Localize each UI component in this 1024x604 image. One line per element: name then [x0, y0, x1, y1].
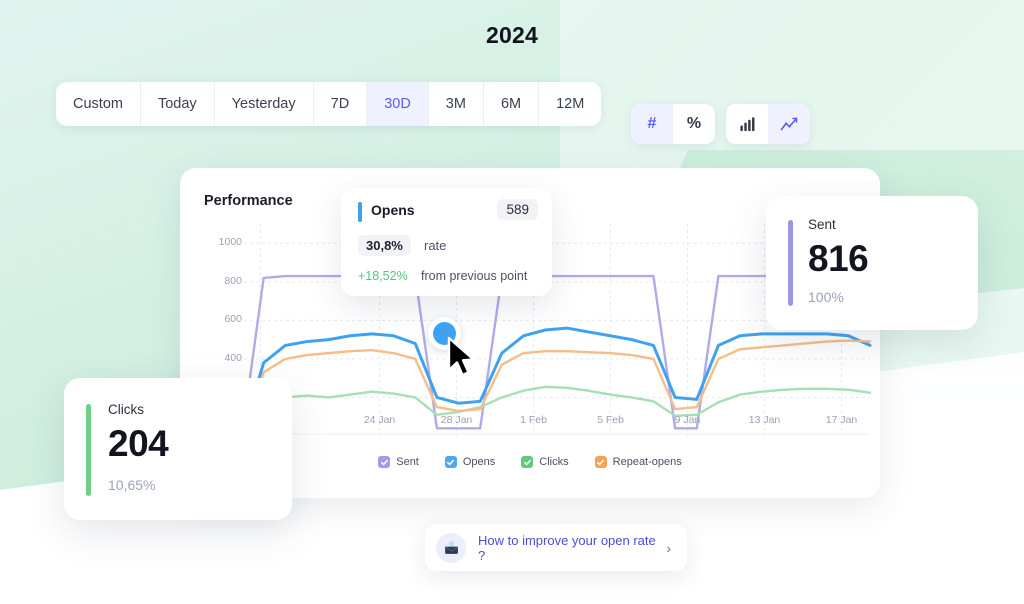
- x-axis-tick: 9 Jan: [674, 414, 701, 426]
- x-axis-tick: 5 Feb: [597, 414, 624, 426]
- x-axis-tick: 1 Feb: [520, 414, 547, 426]
- legend-label: Clicks: [539, 456, 569, 468]
- metric-percent: 10,65%: [108, 477, 156, 493]
- date-range-selector[interactable]: Custom Today Yesterday 7D 30D 3M 6M 12M: [56, 82, 602, 126]
- tooltip-count: 589: [497, 199, 538, 220]
- line-chart-icon[interactable]: [768, 104, 810, 144]
- units-toggle-group[interactable]: #%: [631, 104, 715, 144]
- range-button-12m[interactable]: 12M: [539, 82, 602, 126]
- metric-label: Sent: [808, 217, 836, 232]
- range-button-30d[interactable]: 30D: [367, 82, 429, 126]
- page-title: 2024: [486, 22, 538, 48]
- legend-label: Sent: [396, 456, 419, 468]
- legend-label: Repeat-opens: [612, 456, 682, 468]
- metric-percent: 100%: [808, 289, 844, 305]
- legend-item-clicks[interactable]: Clicks: [521, 456, 569, 468]
- cta-label: How to improve your open rate ?: [478, 532, 656, 563]
- legend-checkbox[interactable]: [521, 456, 534, 468]
- metric-card-sent: Sent 816 100%: [766, 196, 978, 330]
- legend-label: Opens: [462, 456, 496, 468]
- range-button-6m[interactable]: 6M: [483, 82, 540, 126]
- metric-accent-bar: [788, 220, 793, 306]
- tooltip-series-name: Opens: [371, 202, 415, 218]
- x-axis-tick: 17 Jan: [825, 414, 858, 426]
- metric-card-clicks: Clicks 204 10,65%: [64, 378, 292, 520]
- range-button-yesterday[interactable]: Yesterday: [214, 82, 314, 126]
- range-button-custom[interactable]: Custom: [56, 82, 141, 126]
- tooltip-rate-label: rate: [424, 238, 447, 253]
- range-button-3m[interactable]: 3M: [428, 82, 484, 126]
- chevron-right-icon: ›: [666, 539, 671, 556]
- x-axis-tick: 24 Jan: [363, 414, 396, 426]
- legend-item-sent[interactable]: Sent: [378, 456, 419, 468]
- cta-banner[interactable]: How to improve your open rate ? ›: [425, 524, 687, 571]
- chart-title: Performance: [204, 193, 293, 209]
- percent-icon[interactable]: %: [673, 104, 715, 144]
- metric-value: 204: [108, 423, 169, 464]
- tooltip-rate: 30,8%: [358, 235, 411, 256]
- x-axis-tick: 28 Jan: [440, 414, 473, 426]
- tooltip-delta: +18,52%: [358, 269, 408, 283]
- legend-item-repeat-opens[interactable]: Repeat-opens: [594, 456, 682, 468]
- chart-type-toggle-group[interactable]: [726, 104, 810, 144]
- hash-icon[interactable]: #: [631, 104, 673, 144]
- metric-label: Clicks: [108, 402, 144, 417]
- legend-item-opens[interactable]: Opens: [444, 456, 496, 468]
- metric-value: 816: [808, 238, 869, 279]
- mailbox-icon: [436, 532, 466, 563]
- mouse-cursor: [447, 336, 475, 377]
- range-button-today[interactable]: Today: [140, 82, 215, 126]
- legend-checkbox[interactable]: [594, 456, 607, 468]
- tooltip-accent-bar: [358, 202, 362, 222]
- range-button-7d[interactable]: 7D: [313, 82, 368, 126]
- legend-checkbox[interactable]: [378, 456, 391, 468]
- x-axis-tick: 13 Jan: [748, 414, 781, 426]
- tooltip-delta-label: from previous point: [421, 269, 528, 283]
- metric-accent-bar: [86, 404, 91, 496]
- opens-tooltip: Opens 589 30,8% rate +18,52% from previo…: [341, 188, 552, 296]
- legend-checkbox[interactable]: [444, 456, 457, 468]
- bar-chart-icon[interactable]: [726, 104, 768, 144]
